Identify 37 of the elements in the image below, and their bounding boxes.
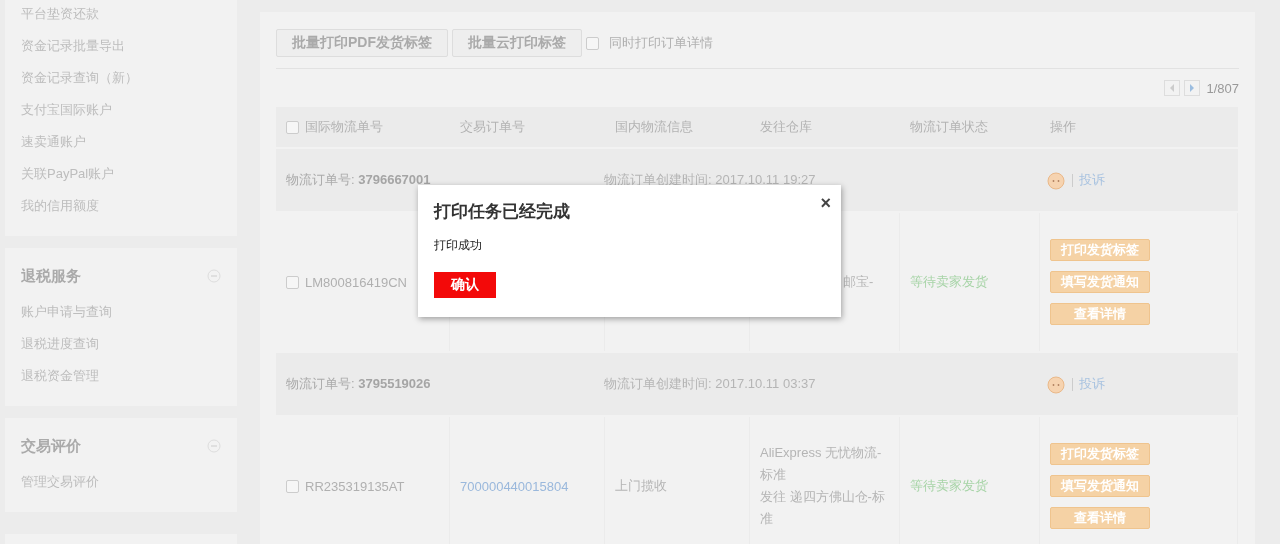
confirm-button[interactable]: 确认	[434, 272, 496, 298]
close-button[interactable]: ×	[820, 193, 831, 214]
order-link[interactable]: 700000440015804	[460, 478, 569, 494]
order-number: 物流订单号: 3795519026	[286, 375, 432, 393]
print-button[interactable]: 批量云打印标签	[452, 29, 582, 57]
left-caret-icon	[1169, 84, 1176, 92]
status-text: 等待卖家发货	[910, 477, 988, 495]
dialog-message: 打印成功	[434, 237, 483, 254]
dialog-title: 打印任务已经完成	[434, 201, 571, 223]
status-text: 等待卖家发货	[910, 273, 988, 291]
action-button[interactable]: 填写发货通知	[1050, 475, 1150, 497]
next-page-button[interactable]	[1184, 80, 1201, 96]
action-button[interactable]: 打印发货标签	[1050, 239, 1150, 261]
action-button[interactable]: 填写发货通知	[1050, 271, 1150, 293]
previous-page-button[interactable]	[1164, 80, 1181, 96]
tracking-number: LM800816419CN	[305, 274, 407, 290]
section-title: 交易评价	[21, 436, 81, 456]
action-button[interactable]: 查看详情	[1050, 507, 1150, 529]
checkbox-label: 同时打印订单详情	[609, 34, 713, 52]
right-caret-icon	[1189, 84, 1196, 92]
print-button[interactable]: 批量打印PDF发货标签	[276, 29, 448, 57]
warehouse-text: 发往 递四方佛山仓-标准	[760, 488, 886, 528]
tracking-number: RR235319135AT	[305, 478, 405, 494]
chat-icon[interactable]	[1046, 374, 1066, 394]
checkbox[interactable]	[286, 275, 299, 289]
checkbox[interactable]	[286, 479, 299, 493]
chat-icon[interactable]	[1046, 170, 1066, 190]
warehouse-text: AliExpress 无忧物流-标准	[760, 444, 883, 484]
action-button[interactable]: 打印发货标签	[1050, 443, 1150, 465]
checkbox[interactable]	[586, 36, 599, 50]
action-button[interactable]: 查看详情	[1050, 303, 1150, 325]
complaint-link[interactable]: 投诉	[1079, 375, 1105, 393]
order-number: 物流订单号: 3796667001	[286, 171, 432, 189]
page-count: 1/807	[1206, 80, 1239, 96]
complaint-link[interactable]: 投诉	[1079, 171, 1105, 189]
section-title: 退税服务	[21, 266, 81, 286]
checkbox[interactable]	[286, 120, 299, 134]
